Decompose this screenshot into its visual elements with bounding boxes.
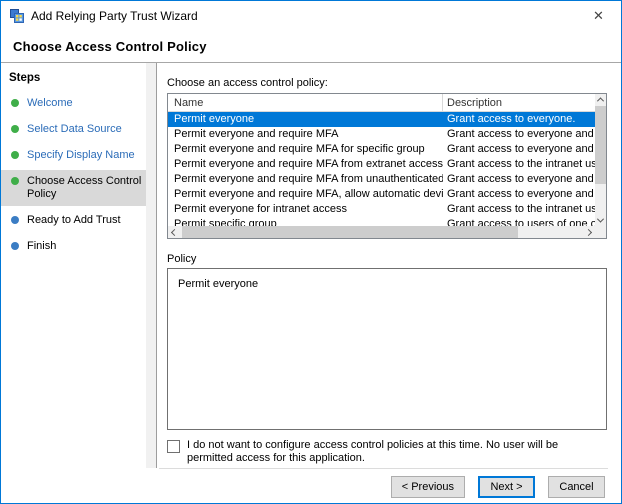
policy-description-cell: Grant access to everyone and require (443, 172, 595, 187)
policy-name-cell: Permit specific group (168, 217, 443, 226)
steps-sidebar: Steps Welcome Select Data Source Specify… (1, 63, 146, 469)
skip-policy-option: I do not want to configure access contro… (167, 439, 607, 465)
page-title: Choose Access Control Policy (13, 39, 207, 54)
column-header-description[interactable]: Description (443, 94, 595, 112)
policy-description-cell: Grant access to the intranet users. (443, 202, 595, 217)
policy-row[interactable]: Permit everyone for intranet access Gran… (168, 202, 595, 217)
sidebar-step-item[interactable]: Choose Access Control Policy (1, 170, 146, 206)
policy-description-cell: Grant access to everyone and require (443, 187, 595, 202)
policy-row[interactable]: Permit everyone and require MFA, allow a… (168, 187, 595, 202)
horizontal-scrollbar[interactable] (168, 226, 595, 238)
column-header-name[interactable]: Name (168, 94, 443, 112)
scroll-up-icon[interactable] (595, 94, 606, 105)
window-title: Add Relying Party Trust Wizard (31, 9, 198, 23)
sidebar-gutter (146, 63, 156, 469)
vertical-scrollbar[interactable] (595, 94, 606, 226)
policy-name-cell: Permit everyone for intranet access (168, 202, 443, 217)
steps-title: Steps (1, 68, 146, 92)
close-button[interactable]: ✕ (576, 1, 621, 31)
policy-description-cell: Grant access to users of one or more (443, 217, 595, 226)
step-status-bullet-icon (11, 177, 19, 185)
step-label: Select Data Source (27, 123, 122, 136)
step-status-bullet-icon (11, 216, 19, 224)
scroll-left-icon[interactable] (168, 226, 181, 238)
policy-description-cell: Grant access to everyone. (443, 112, 595, 127)
step-status-bullet-icon (11, 125, 19, 133)
wizard-window: Add Relying Party Trust Wizard ✕ Choose … (0, 0, 622, 504)
adfs-wizard-icon (9, 8, 25, 24)
previous-button[interactable]: < Previous (391, 476, 465, 498)
scrollbar-corner (595, 226, 606, 238)
step-label: Ready to Add Trust (27, 214, 121, 227)
cancel-button[interactable]: Cancel (548, 476, 605, 498)
skip-policy-checkbox[interactable] (167, 440, 180, 453)
list-header: Name Description (168, 94, 595, 112)
title-bar: Add Relying Party Trust Wizard ✕ (1, 1, 621, 31)
vertical-scroll-thumb[interactable] (595, 106, 606, 184)
policy-description-cell: Grant access to everyone and require (443, 127, 595, 142)
scroll-down-icon[interactable] (595, 215, 606, 226)
step-status-bullet-icon (11, 151, 19, 159)
policy-row[interactable]: Permit everyone and require MFA from una… (168, 172, 595, 187)
policy-name-cell: Permit everyone (168, 112, 443, 127)
step-label: Welcome (27, 97, 73, 110)
next-button[interactable]: Next > (478, 476, 535, 498)
access-control-policy-list: Name Description Permit everyone Grant a… (167, 93, 607, 239)
sidebar-step-item[interactable]: Ready to Add Trust (1, 209, 146, 232)
skip-policy-checkbox-label[interactable]: I do not want to configure access contro… (187, 439, 607, 465)
policy-name-cell: Permit everyone and require MFA from una… (168, 172, 443, 187)
step-label: Specify Display Name (27, 149, 135, 162)
step-label: Choose Access Control Policy (27, 175, 142, 201)
step-label: Finish (27, 240, 56, 253)
sidebar-step-item[interactable]: Select Data Source (1, 118, 146, 141)
policy-name-cell: Permit everyone and require MFA from ext… (168, 157, 443, 172)
scroll-right-icon[interactable] (582, 226, 595, 238)
step-status-bullet-icon (11, 99, 19, 107)
policy-name-cell: Permit everyone and require MFA, allow a… (168, 187, 443, 202)
policy-row[interactable]: Permit everyone and require MFA Grant ac… (168, 127, 595, 142)
page-header: Choose Access Control Policy (1, 31, 621, 63)
footer: < Previous Next > Cancel (1, 468, 621, 503)
sidebar-step-item[interactable]: Welcome (1, 92, 146, 115)
policy-description-box: Permit everyone (167, 268, 607, 430)
policy-description-cell: Grant access to everyone and require (443, 142, 595, 157)
policy-section-label: Policy (167, 253, 607, 265)
main-panel: Choose an access control policy: Name De… (157, 63, 621, 469)
policy-description-text: Permit everyone (178, 278, 258, 290)
sidebar-step-item[interactable]: Finish (1, 235, 146, 258)
list-rows: Permit everyone Grant access to everyone… (168, 112, 595, 226)
policy-row[interactable]: Permit everyone Grant access to everyone… (168, 112, 595, 127)
policy-row[interactable]: Permit everyone and require MFA from ext… (168, 157, 595, 172)
policy-list-label: Choose an access control policy: (167, 77, 607, 89)
sidebar-step-item[interactable]: Specify Display Name (1, 144, 146, 167)
policy-description-cell: Grant access to the intranet users and (443, 157, 595, 172)
policy-name-cell: Permit everyone and require MFA for spec… (168, 142, 443, 157)
policy-row[interactable]: Permit specific group Grant access to us… (168, 217, 595, 226)
policy-name-cell: Permit everyone and require MFA (168, 127, 443, 142)
step-status-bullet-icon (11, 242, 19, 250)
horizontal-scroll-thumb[interactable] (182, 226, 518, 238)
policy-row[interactable]: Permit everyone and require MFA for spec… (168, 142, 595, 157)
